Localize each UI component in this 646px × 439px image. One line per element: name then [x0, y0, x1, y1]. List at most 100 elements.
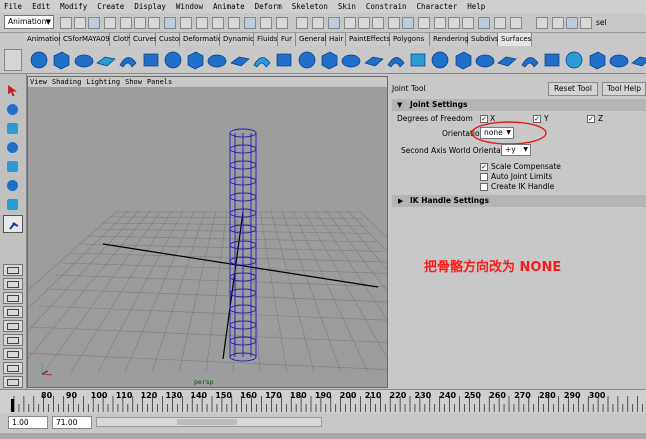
- shelf-lattice-icon[interactable]: [608, 49, 630, 71]
- shelf-tab-deformation[interactable]: Deformation: [180, 33, 227, 46]
- menu-skeleton[interactable]: Skeleton: [292, 2, 328, 11]
- shelf-fillet-icon[interactable]: [519, 49, 541, 71]
- shelf-ellipse-icon[interactable]: [206, 49, 228, 71]
- menu-skin[interactable]: Skin: [338, 2, 356, 11]
- shelf-circle-icon[interactable]: [162, 49, 184, 71]
- status-tool-icon[interactable]: [328, 17, 340, 29]
- status-tool-icon[interactable]: [552, 17, 564, 29]
- dof-z-checkbox[interactable]: ✓: [587, 115, 595, 123]
- status-tool-icon[interactable]: [580, 17, 592, 29]
- menu-create[interactable]: Create: [97, 2, 124, 11]
- ik-handle-settings-header[interactable]: ▶ IK Handle Settings: [392, 195, 646, 207]
- shelf-tab-animation[interactable]: Animation: [24, 33, 63, 46]
- viewport-menu-panels[interactable]: Panels: [147, 78, 172, 86]
- layout-graph-icon[interactable]: [3, 320, 23, 332]
- scene-canvas[interactable]: persp: [28, 87, 387, 387]
- shelf-tab-subdivs[interactable]: Subdivs: [468, 33, 499, 46]
- viewport-menu-show[interactable]: Show: [125, 78, 142, 86]
- shelf-revolve-icon[interactable]: [340, 49, 362, 71]
- layout-single-icon[interactable]: [3, 264, 23, 276]
- shelf-plane-icon[interactable]: [296, 49, 318, 71]
- status-tool-icon[interactable]: [228, 17, 240, 29]
- status-tool-icon[interactable]: [462, 17, 474, 29]
- shelf-square-icon[interactable]: [184, 49, 206, 71]
- shelf-sphere-icon[interactable]: [28, 49, 50, 71]
- layout-persp-icon[interactable]: [3, 306, 23, 318]
- viewport-menu-view[interactable]: View: [30, 78, 47, 86]
- status-tool-icon[interactable]: [74, 17, 86, 29]
- layout-two-icon[interactable]: [3, 292, 23, 304]
- viewport-menu-lighting[interactable]: Lighting: [86, 78, 120, 86]
- shelf-detach-icon[interactable]: [563, 49, 585, 71]
- status-tool-icon[interactable]: [510, 17, 522, 29]
- viewport-menu-shading[interactable]: Shading: [52, 78, 82, 86]
- shelf-tab-cloth[interactable]: Cloth: [110, 33, 131, 46]
- shelf-tab-csformaya09[interactable]: CSforMAYA09: [60, 33, 110, 46]
- shelf-tab-hair[interactable]: Hair: [326, 33, 346, 46]
- status-tool-icon[interactable]: [448, 17, 460, 29]
- shelf-extrude-icon[interactable]: [363, 49, 385, 71]
- paint-select-icon[interactable]: [3, 120, 23, 138]
- shelf-trim-icon[interactable]: [496, 49, 518, 71]
- shelf-tab-fur[interactable]: Fur: [278, 33, 296, 46]
- shelf-tab-rendering[interactable]: Rendering: [430, 33, 469, 46]
- layout-four-icon[interactable]: [3, 278, 23, 290]
- shelf-cylinder-icon[interactable]: [73, 49, 95, 71]
- range-slider[interactable]: [96, 417, 322, 427]
- layout-outliner-icon[interactable]: [3, 334, 23, 346]
- status-tool-icon[interactable]: [358, 17, 370, 29]
- shelf-tab-custom[interactable]: Custom: [156, 33, 186, 46]
- manipulator-icon[interactable]: [3, 196, 23, 214]
- lasso-icon[interactable]: [3, 101, 23, 119]
- status-tool-icon[interactable]: [434, 17, 446, 29]
- status-tool-icon[interactable]: [104, 17, 116, 29]
- status-tool-icon[interactable]: [196, 17, 208, 29]
- shelf-cube-icon[interactable]: [273, 49, 295, 71]
- status-tool-icon[interactable]: [312, 17, 324, 29]
- menu-file[interactable]: File: [4, 2, 22, 11]
- rotate-icon[interactable]: [3, 158, 23, 176]
- shelf-loft-icon[interactable]: [318, 49, 340, 71]
- menu-character[interactable]: Character: [417, 2, 458, 11]
- shelf-sculpt-icon[interactable]: [586, 49, 608, 71]
- reset-tool-button[interactable]: Reset Tool: [548, 82, 598, 96]
- move-icon[interactable]: [3, 139, 23, 157]
- perspective-viewport[interactable]: View Shading Lighting Show Panels persp: [27, 76, 388, 388]
- command-line[interactable]: [0, 433, 646, 439]
- shelf-curve-icon[interactable]: [251, 49, 273, 71]
- shelf-tab-general[interactable]: General: [296, 33, 327, 46]
- shelf-attach-icon[interactable]: [541, 49, 563, 71]
- layout-render-icon[interactable]: [3, 362, 23, 374]
- status-tool-icon[interactable]: [180, 17, 192, 29]
- status-tool-icon[interactable]: [344, 17, 356, 29]
- status-tool-icon[interactable]: [88, 17, 100, 29]
- shelf-surface-icon[interactable]: [407, 49, 429, 71]
- status-tool-icon[interactable]: [566, 17, 578, 29]
- shelf-plane-icon[interactable]: [117, 49, 139, 71]
- layout-hypershade-icon[interactable]: [3, 348, 23, 360]
- shelf-tab-dynamics[interactable]: Dynamics: [220, 33, 258, 46]
- menu-help[interactable]: Help: [467, 2, 485, 11]
- shelf-cone-icon[interactable]: [630, 49, 646, 71]
- scale-compensate-checkbox[interactable]: ✓: [480, 163, 488, 171]
- scale-icon[interactable]: [3, 177, 23, 195]
- joint-tool-icon[interactable]: [3, 215, 23, 233]
- shelf-tab-curves[interactable]: Curves: [130, 33, 157, 46]
- menu-edit[interactable]: Edit: [32, 2, 50, 11]
- status-tool-icon[interactable]: [212, 17, 224, 29]
- shelf-plane-icon[interactable]: [385, 49, 407, 71]
- shelf-tab-painteffects[interactable]: PaintEffects: [346, 33, 390, 46]
- layout-uv-icon[interactable]: [3, 376, 23, 388]
- second-axis-dropdown[interactable]: +y ▼: [501, 144, 531, 156]
- shelf-tab-polygons[interactable]: Polygons: [390, 33, 430, 46]
- joint-settings-header[interactable]: ▼ Joint Settings: [392, 99, 646, 111]
- status-tool-icon[interactable]: [418, 17, 430, 29]
- tool-help-button[interactable]: Tool Help: [602, 82, 646, 96]
- mode-selector[interactable]: Animation ▼: [4, 15, 54, 29]
- select-arrow-icon[interactable]: [3, 82, 23, 100]
- range-slider-handle[interactable]: [177, 419, 237, 425]
- shelf-torus-icon[interactable]: [140, 49, 162, 71]
- status-tool-icon[interactable]: [134, 17, 146, 29]
- menu-animate[interactable]: Animate: [213, 2, 245, 11]
- status-tool-icon[interactable]: [276, 17, 288, 29]
